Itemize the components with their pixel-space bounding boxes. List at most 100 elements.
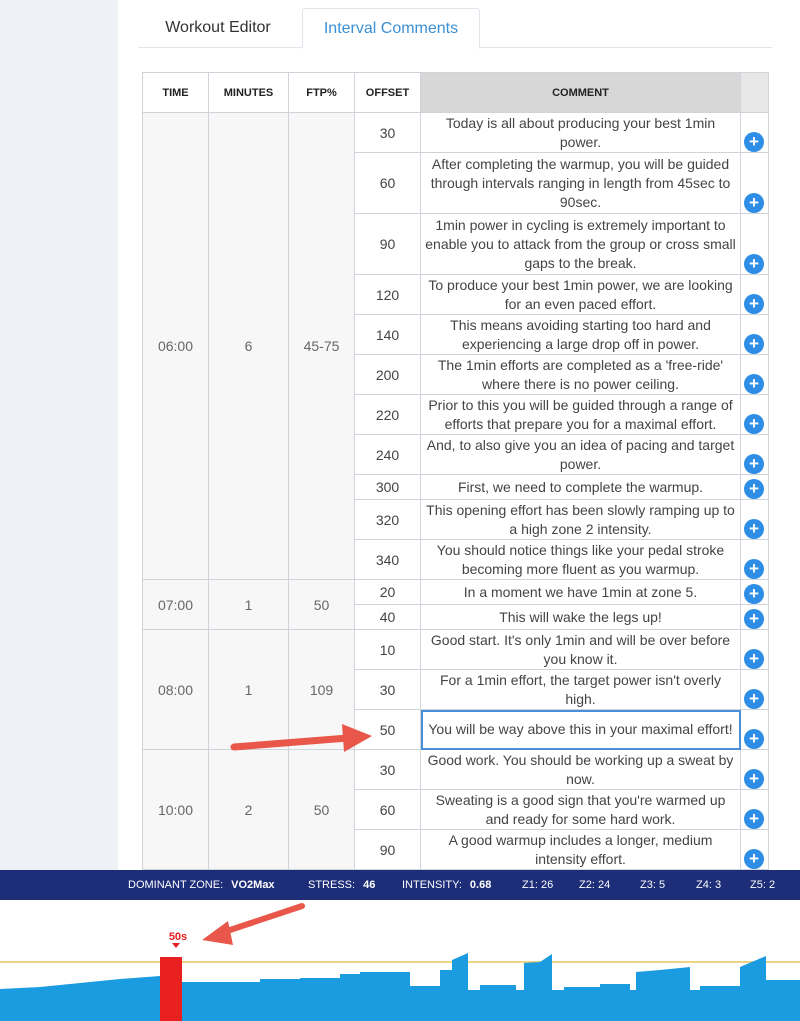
group-ftp-cell[interactable]: 50 [288, 579, 355, 630]
page-gutter [0, 0, 118, 870]
stress-stat: STRESS: 46 [308, 870, 375, 900]
group-minutes-cell[interactable]: 2 [208, 749, 289, 870]
comment-cell[interactable]: The 1min efforts are completed as a 'fre… [420, 354, 741, 395]
intensity-label: INTENSITY: [402, 879, 462, 891]
add-comment-button[interactable]: + [744, 519, 764, 539]
comment-cell[interactable]: You should notice things like your pedal… [420, 539, 741, 580]
workout-timeline[interactable]: 50s [0, 900, 800, 1021]
intensity-value: 0.68 [469, 879, 492, 891]
zone1-stat: Z1: 26 [522, 879, 554, 891]
offset-cell[interactable]: 90 [354, 213, 421, 275]
add-comment-button[interactable]: + [744, 132, 764, 152]
workout-stats-bar: DOMINANT ZONE: VO2Max STRESS: 46 INTENSITY… [0, 870, 800, 900]
offset-cell[interactable]: 340 [354, 539, 421, 580]
offset-cell[interactable]: 300 [354, 474, 421, 500]
group-minutes-cell[interactable]: 6 [208, 112, 289, 580]
offset-cell[interactable]: 240 [354, 434, 421, 475]
comment-cell[interactable]: Today is all about producing your best 1… [420, 112, 741, 153]
offset-cell[interactable]: 30 [354, 669, 421, 710]
add-comment-button[interactable]: + [744, 294, 764, 314]
comment-cell[interactable]: 1min power in cycling is extremely impor… [420, 213, 741, 275]
add-comment-button[interactable]: + [744, 769, 764, 789]
add-comment-button[interactable]: + [744, 559, 764, 579]
comment-cell[interactable]: First, we need to complete the warmup. [420, 474, 741, 500]
workout-profile-bars [0, 953, 800, 1021]
offset-cell[interactable]: 60 [354, 789, 421, 830]
comment-cell[interactable]: In a moment we have 1min at zone 5. [420, 579, 741, 605]
group-ftp-cell[interactable]: 50 [288, 749, 355, 870]
offset-cell[interactable]: 30 [354, 749, 421, 790]
group-minutes-cell[interactable]: 1 [208, 629, 289, 750]
column-header-time: TIME [142, 72, 209, 113]
tab-bar: Workout Editor Interval Comments [138, 8, 772, 49]
comment-cell[interactable]: After completing the warmup, you will be… [420, 152, 741, 214]
group-ftp-cell[interactable]: 45-75 [288, 112, 355, 580]
add-comment-cell: + [740, 789, 769, 830]
zone4-stat: Z4: 3 [696, 879, 722, 891]
add-comment-button[interactable]: + [744, 584, 764, 604]
add-comment-button[interactable]: + [744, 609, 764, 629]
group-time-cell[interactable]: 10:00 [142, 749, 209, 870]
table-row: 06:00 6 45-75 30 Today is all about producin… [142, 112, 769, 580]
offset-cell[interactable]: 220 [354, 394, 421, 435]
comment-cell[interactable]: And, to also give you an idea of pacing … [420, 434, 741, 475]
add-comment-button[interactable]: + [744, 254, 764, 274]
offset-cell[interactable]: 90 [354, 829, 421, 870]
tab-interval-comments[interactable]: Interval Comments [302, 8, 480, 49]
column-header-ftp: FTP% [288, 72, 355, 113]
group-time-cell[interactable]: 07:00 [142, 579, 209, 630]
selected-interval-marker [160, 957, 182, 1021]
stress-label: STRESS: [308, 879, 356, 891]
offset-cell[interactable]: 10 [354, 629, 421, 670]
comment-cell[interactable]: You will be way above this in your maxim… [420, 709, 741, 750]
comment-cell[interactable]: To produce your best 1min power, we are … [420, 274, 741, 315]
tab-workout-editor[interactable]: Workout Editor [138, 8, 298, 49]
group-minutes-cell[interactable]: 1 [208, 579, 289, 630]
add-comment-button[interactable]: + [744, 809, 764, 829]
comment-cell[interactable]: Sweating is a good sign that you're warm… [420, 789, 741, 830]
offset-cell[interactable]: 50 [354, 709, 421, 750]
comment-cell[interactable]: This means avoiding starting too hard an… [420, 314, 741, 355]
comment-cell[interactable]: A good warmup includes a longer, medium … [420, 829, 741, 870]
offset-cell[interactable]: 320 [354, 499, 421, 540]
add-comment-button[interactable]: + [744, 193, 764, 213]
table-row: 08:00 1 109 10 Good start. It's only 1min an… [142, 629, 769, 750]
dominant-zone-label: DOMINANT ZONE: [128, 879, 224, 891]
add-comment-cell: + [740, 152, 769, 214]
group-time-cell[interactable]: 06:00 [142, 112, 209, 580]
add-comment-button[interactable]: + [744, 849, 764, 869]
add-comment-cell: + [740, 499, 769, 540]
add-comment-cell: + [740, 112, 769, 153]
group-time-cell[interactable]: 08:00 [142, 629, 209, 750]
comment-cell[interactable]: Good start. It's only 1min and will be o… [420, 629, 741, 670]
column-header-offset: OFFSET [354, 72, 421, 113]
zone3-stat: Z3: 5 [640, 879, 666, 891]
offset-cell[interactable]: 30 [354, 112, 421, 153]
marker-pointer-icon [172, 943, 180, 948]
add-comment-button[interactable]: + [744, 334, 764, 354]
offset-cell[interactable]: 140 [354, 314, 421, 355]
comment-cell[interactable]: Prior to this you will be guided through… [420, 394, 741, 435]
add-comment-button[interactable]: + [744, 689, 764, 709]
comment-cell[interactable]: For a 1min effort, the target power isn'… [420, 669, 741, 710]
group-ftp-cell[interactable]: 109 [288, 629, 355, 750]
comment-cell[interactable]: This will wake the legs up! [420, 604, 741, 630]
add-comment-button[interactable]: + [744, 729, 764, 749]
offset-cell[interactable]: 60 [354, 152, 421, 214]
add-comment-button[interactable]: + [744, 649, 764, 669]
add-comment-cell: + [740, 604, 769, 630]
add-comment-button[interactable]: + [744, 454, 764, 474]
add-comment-button[interactable]: + [744, 479, 764, 499]
zone2-stat: Z2: 24 [579, 879, 611, 891]
marker-time-label: 50s [169, 931, 187, 943]
add-comment-cell: + [740, 274, 769, 315]
comment-cell[interactable]: This opening effort has been slowly ramp… [420, 499, 741, 540]
offset-cell[interactable]: 40 [354, 604, 421, 630]
offset-cell[interactable]: 20 [354, 579, 421, 605]
add-comment-button[interactable]: + [744, 414, 764, 434]
add-comment-button[interactable]: + [744, 374, 764, 394]
offset-cell[interactable]: 120 [354, 274, 421, 315]
column-header-actions [740, 72, 769, 113]
comment-cell[interactable]: Good work. You should be working up a sw… [420, 749, 741, 790]
offset-cell[interactable]: 200 [354, 354, 421, 395]
